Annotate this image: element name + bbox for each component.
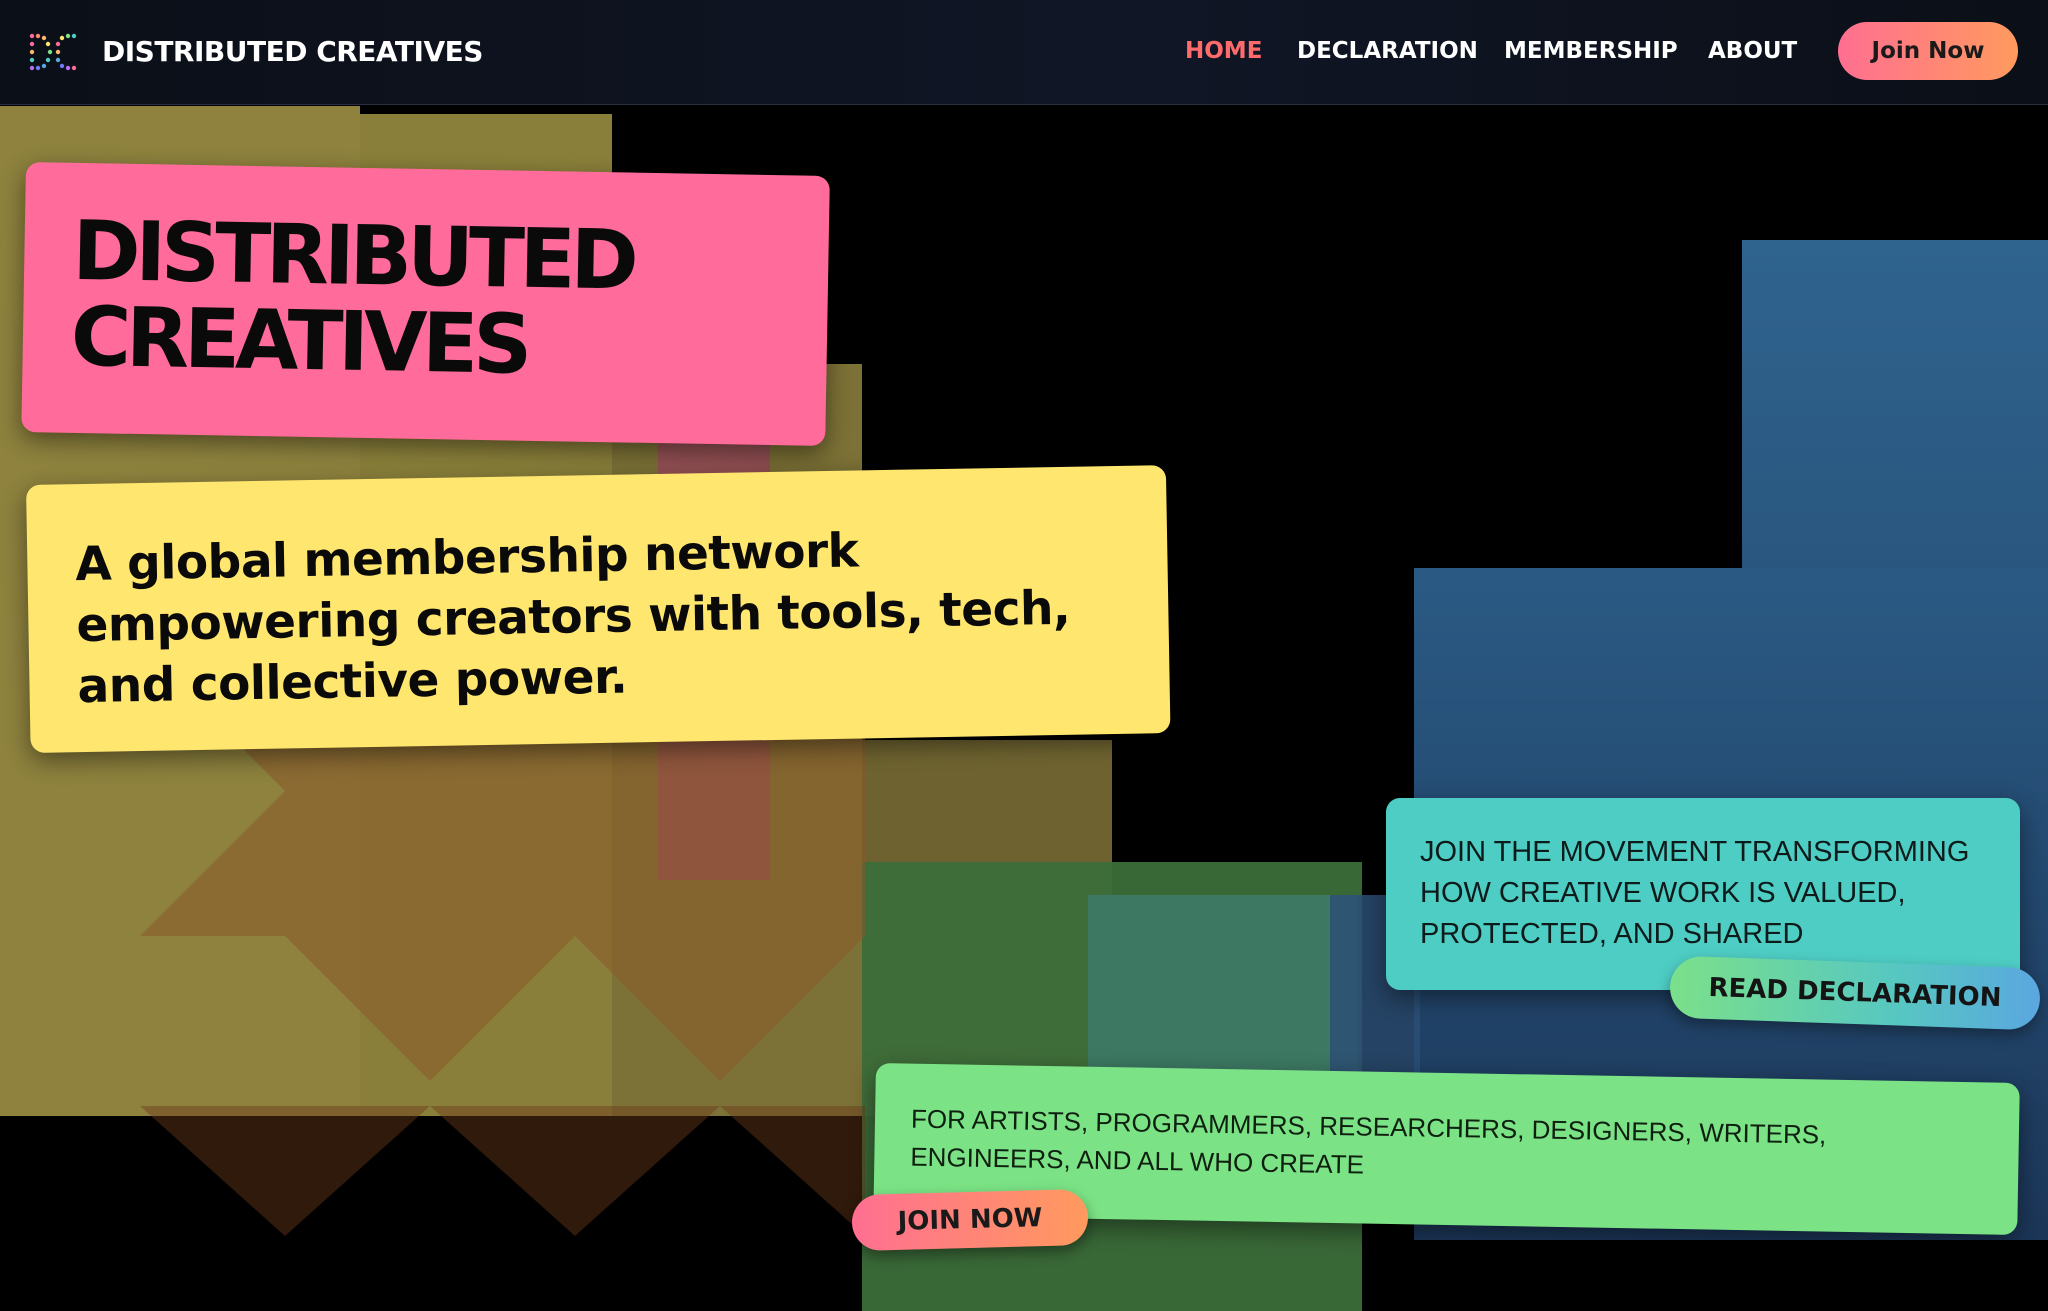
join-now-cta-button[interactable]: JOIN NOW — [851, 1188, 1089, 1252]
tagline-text: A global membership network empowering c… — [74, 523, 1071, 715]
movement-text: JOIN THE MOVEMENT TRANSFORMING HOW CREAT… — [1420, 836, 1970, 950]
nav-membership[interactable]: MEMBERSHIP — [1504, 38, 1678, 64]
hero-title: DISTRIBUTED CREATIVES — [70, 204, 634, 393]
tagline-card: A global membership network empowering c… — [26, 465, 1171, 753]
nav-home[interactable]: HOME — [1185, 38, 1262, 64]
audience-text: FOR ARTISTS, PROGRAMMERS, RESEARCHERS, D… — [910, 1103, 1827, 1180]
brand-name[interactable]: DISTRIBUTED CREATIVES — [102, 35, 483, 68]
hero-title-card: DISTRIBUTED CREATIVES — [21, 162, 830, 446]
dc-logo-icon[interactable] — [28, 30, 84, 74]
site-header: DISTRIBUTED CREATIVES HOME DECLARATION M… — [0, 0, 2048, 105]
nav-about[interactable]: ABOUT — [1708, 38, 1797, 64]
nav-declaration[interactable]: DECLARATION — [1297, 38, 1478, 64]
read-declaration-button[interactable]: READ DECLARATION — [1669, 955, 2041, 1031]
hero-title-line2: CREATIVES — [70, 289, 529, 393]
join-now-button[interactable]: Join Now — [1838, 22, 2018, 80]
